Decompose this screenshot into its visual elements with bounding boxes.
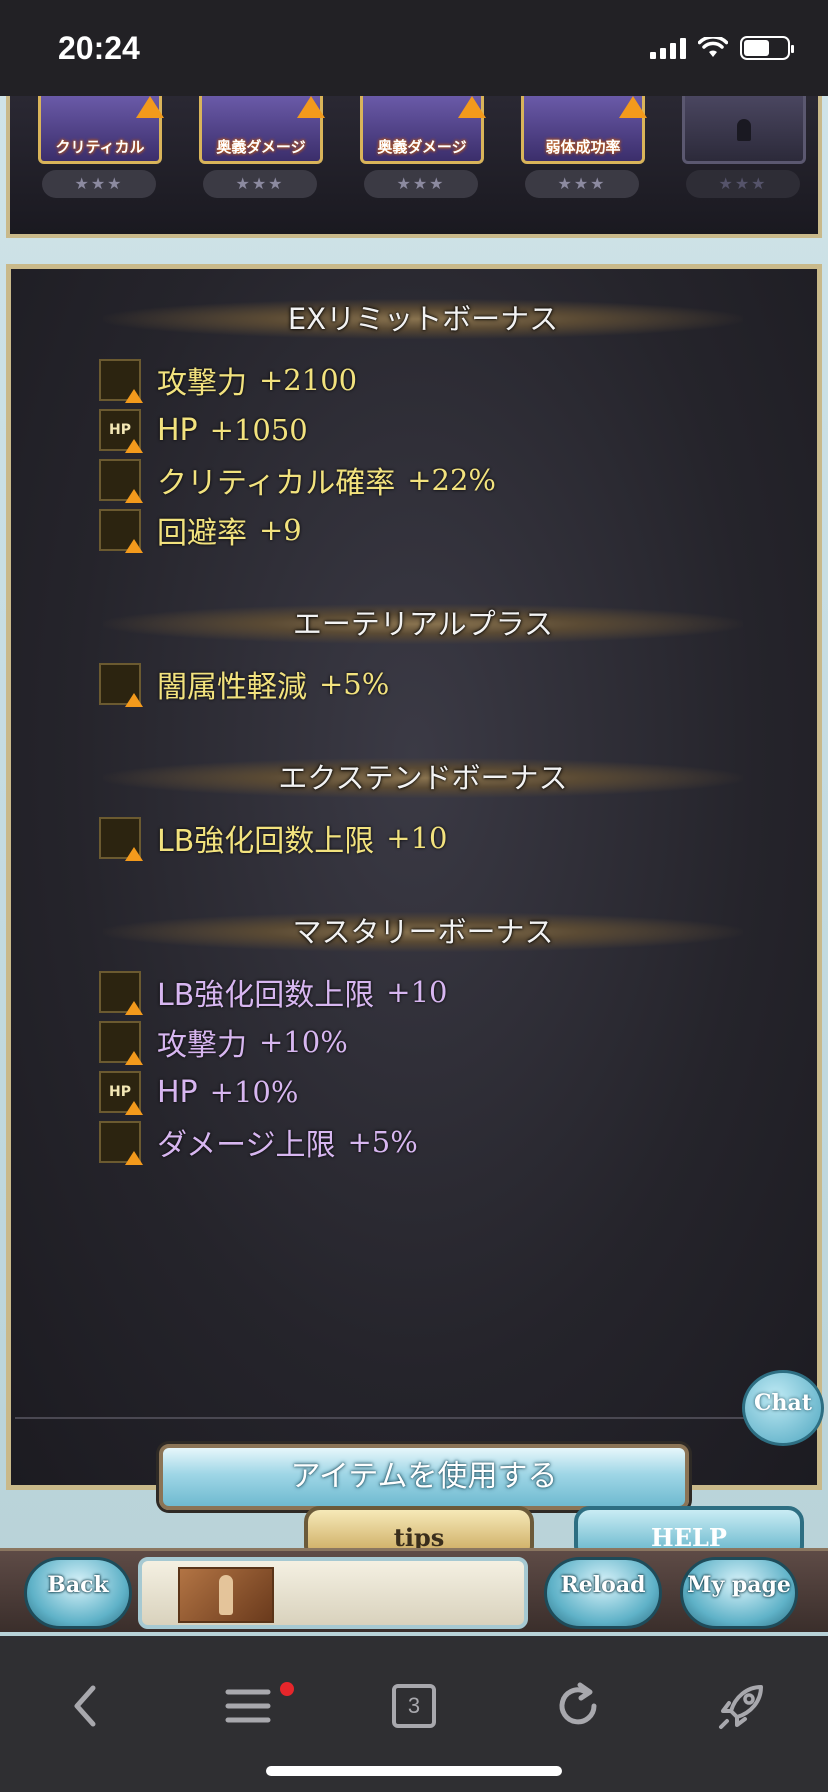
keyhole-icon (737, 119, 751, 141)
stat-row: クリティカル確率 +22% (99, 458, 496, 503)
chat-button[interactable]: Chat (742, 1370, 824, 1446)
battery-icon (740, 36, 794, 60)
chevron-left-icon (74, 1685, 96, 1727)
stat-row: 回避率 +9 (99, 508, 302, 553)
stat-row: LB強化回数上限 +10 (99, 970, 448, 1015)
status-time: 20:24 (58, 30, 140, 66)
status-bar: 20:24 (0, 0, 828, 96)
browser-rocket-button[interactable] (712, 1676, 772, 1736)
wifi-icon (698, 37, 728, 57)
dark-element-icon (99, 663, 143, 707)
skill-slot[interactable]: クリティカル ★★★ (32, 96, 168, 211)
party-bar[interactable] (138, 1557, 528, 1629)
star-burst-icon (99, 817, 143, 861)
section-header: エクステンドボーナス (103, 758, 743, 798)
skill-slot-locked[interactable]: ★★★ (676, 96, 812, 211)
mypage-button[interactable]: My page (680, 1557, 798, 1629)
star-burst-icon (99, 971, 143, 1015)
stat-row: 闇属性軽減 +5% (99, 662, 390, 707)
refresh-icon (559, 1682, 597, 1725)
stat-value: +5% (319, 667, 390, 701)
critical-icon (99, 459, 143, 503)
use-item-button[interactable]: アイテムを使用する (159, 1444, 689, 1510)
stat-value: +2100 (259, 363, 358, 397)
reload-button[interactable]: Reload (544, 1557, 662, 1629)
avatar[interactable] (178, 1567, 274, 1623)
stat-label: クリティカル確率 (157, 466, 396, 501)
divider (15, 1417, 821, 1419)
skill-slot[interactable]: 奥義ダメージ ★★★ (193, 96, 329, 211)
stat-label: ダメージ上限 (157, 1128, 336, 1163)
stat-value: +1050 (209, 413, 308, 447)
skill-label: 弱体成功率 (545, 138, 621, 156)
skill-stars: ★★★ (525, 170, 639, 198)
skill-stars: ★★★ (364, 170, 478, 198)
skill-stars: ★★★ (42, 170, 156, 198)
browser-tabs-button[interactable]: 3 (384, 1676, 444, 1736)
character-figure-icon (219, 1575, 233, 1615)
home-indicator (266, 1766, 562, 1776)
stat-label: LB強化回数上限 (157, 824, 375, 859)
stat-value: +9 (259, 513, 302, 547)
stat-label: 攻撃力 (157, 366, 247, 401)
section-header: EXリミットボーナス (103, 299, 743, 339)
stat-row: LB強化回数上限 +10 (99, 816, 448, 861)
stat-label: HP (157, 1074, 198, 1110)
stat-value: +10 (386, 821, 448, 855)
skill-slot[interactable]: 弱体成功率 ★★★ (515, 96, 651, 211)
game-area: クリティカル ★★★ 奥義ダメージ ★★★ 奥義ダメージ ★★★ 弱体成功率 ★★★ ★★★ ア… (0, 96, 828, 1636)
section-header: マスタリーボーナス (103, 912, 743, 952)
skill-stars: ★★★ (203, 170, 317, 198)
browser-back-button[interactable] (54, 1676, 114, 1736)
stat-row: 攻撃力 +2100 (99, 358, 358, 403)
stat-value: +10% (209, 1075, 299, 1109)
browser-reload-button[interactable] (548, 1676, 608, 1736)
stat-label: 闇属性軽減 (157, 670, 307, 705)
skill-label: クリティカル (55, 138, 145, 156)
rocket-icon (719, 1685, 763, 1729)
up-arrow-icon (458, 96, 486, 118)
stat-row: 攻撃力 +10% (99, 1020, 348, 1065)
skill-label: 奥義ダメージ (377, 138, 467, 156)
skill-row: クリティカル ★★★ 奥義ダメージ ★★★ 奥義ダメージ ★★★ 弱体成功率 ★★★ ★★★ (32, 96, 812, 211)
up-arrow-icon (619, 96, 647, 118)
browser-menu-button[interactable] (218, 1676, 278, 1736)
star-burst-icon (99, 1121, 143, 1165)
skill-panel: クリティカル ★★★ 奥義ダメージ ★★★ 奥義ダメージ ★★★ 弱体成功率 ★★★ ★★★ (6, 96, 822, 238)
stat-value: +10 (386, 975, 448, 1009)
game-nav-bar: Back Reload My page (0, 1548, 828, 1632)
stat-value: +10% (259, 1025, 348, 1059)
skill-label: 奥義ダメージ (216, 138, 306, 156)
back-button[interactable]: Back (24, 1557, 132, 1629)
up-arrow-icon (297, 96, 325, 118)
stat-row: ダメージ上限 +5% (99, 1120, 418, 1165)
skill-slot[interactable]: 奥義ダメージ ★★★ (354, 96, 490, 211)
stat-label: 攻撃力 (157, 1028, 247, 1063)
stat-label: LB強化回数上限 (157, 978, 375, 1013)
skill-stars: ★★★ (686, 170, 800, 198)
dodge-icon (99, 509, 143, 553)
notification-dot (280, 1682, 294, 1696)
tabs-count: 3 (392, 1684, 436, 1728)
stat-value: +22% (407, 463, 496, 497)
battery-level (744, 40, 770, 56)
stat-label: 回避率 (157, 516, 247, 551)
stat-row: HP HP +10% (99, 1070, 299, 1115)
bonus-panel: アイテムを使用する EXリミットボーナス攻撃力 +2100 HP HP +1050 クリテ… (6, 264, 822, 1510)
stat-label: HP (157, 412, 198, 448)
up-arrow-icon (136, 96, 164, 118)
stat-value: +5% (347, 1125, 418, 1159)
section-header: エーテリアルプラス (103, 604, 743, 644)
cellular-signal-icon (650, 37, 686, 59)
hp-icon: HP (99, 409, 143, 453)
lock-icon (682, 96, 806, 164)
attack-icon (99, 1021, 143, 1065)
hp-icon: HP (99, 1071, 143, 1115)
stat-row: HP HP +1050 (99, 408, 308, 453)
menu-icon (225, 1689, 271, 1723)
attack-icon (99, 359, 143, 403)
status-icons (650, 36, 794, 60)
